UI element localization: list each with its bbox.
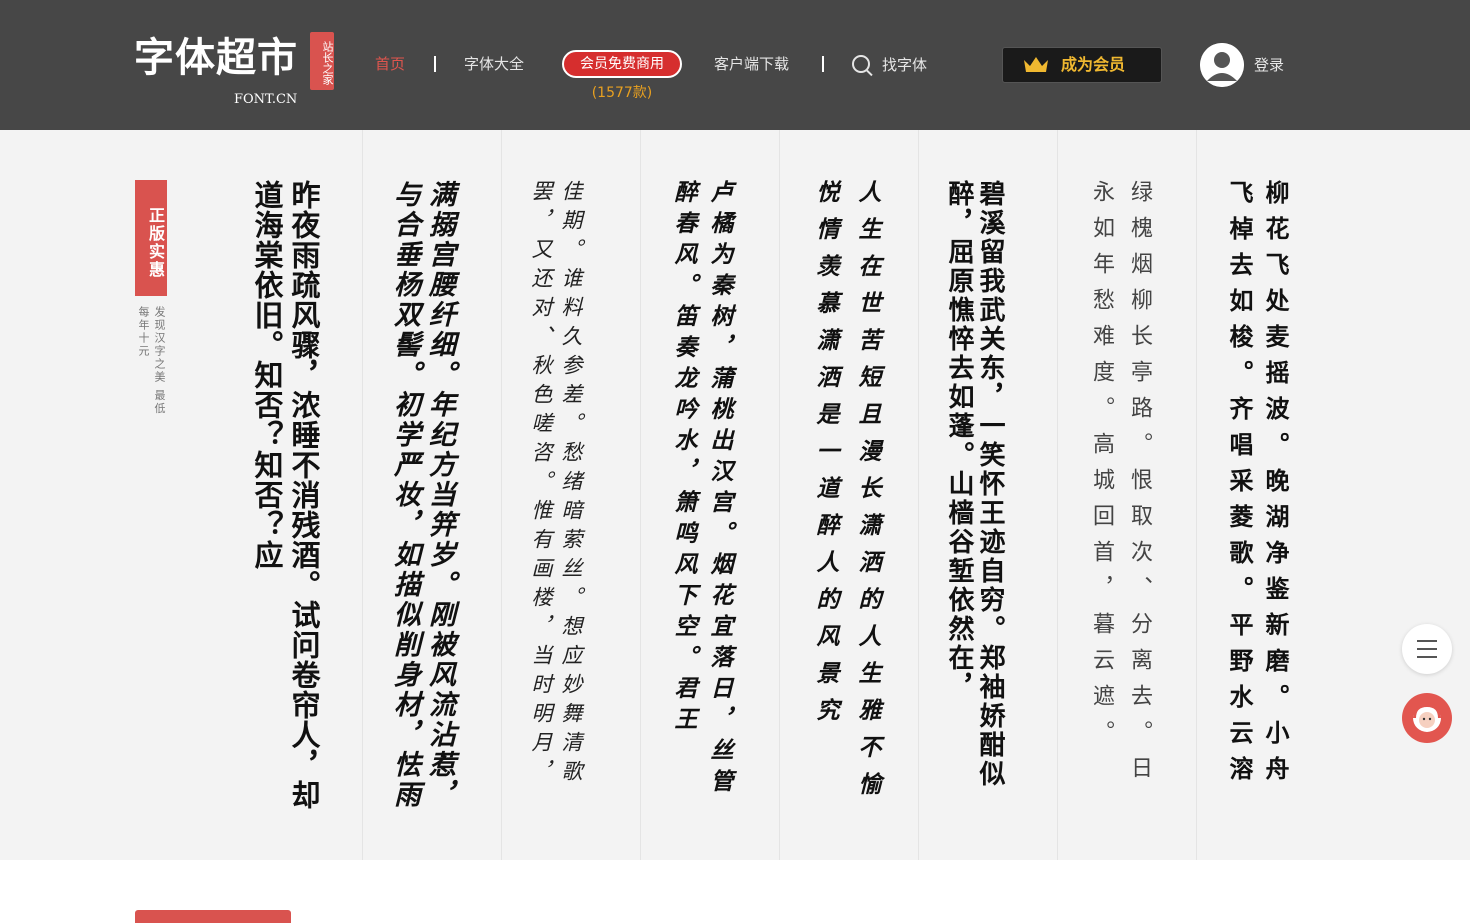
nav-search[interactable]: 找字体 [852, 52, 927, 78]
menu-icon [1417, 640, 1437, 642]
font-card[interactable]: 满搦宫腰纤细。年纪方当笄岁。刚被风流沾惹，与合垂杨双髻。初学严妆，如描似削身材，… [362, 130, 502, 860]
become-member-label: 成为会员 [1061, 55, 1126, 74]
font-showcase: 正版实惠 发现汉字之美 最低每年十元 昨夜雨疏风骤，浓睡不消残酒。试问卷帘人，却… [0, 130, 1470, 860]
top-header: 字体超市 站长之家 FONT.CN 首页 字体大全 会员免费商用 (1577款)… [0, 0, 1470, 130]
customer-service-button[interactable] [1402, 693, 1452, 743]
font-card[interactable]: 碧溪留我武关东，一笑怀王迹自穷。郑袖娇酣似醉，屈原憔悴去如蓬。山樯谷堑依然在， [918, 130, 1058, 860]
floating-menu-button[interactable] [1402, 624, 1452, 674]
font-sample-text: 满搦宫腰纤细。年纪方当笄岁。刚被风流沾惹，与合垂杨双髻。初学严妆，如描似削身材，… [389, 180, 455, 810]
logo-seal: 站长之家 [310, 32, 334, 90]
site-logo[interactable]: 字体超市 站长之家 FONT.CN [134, 26, 344, 110]
font-sample-text: 绿槐烟柳长亭路。恨取次、分离去。日永如年愁难度。高城回首，暮云遮。 [1089, 180, 1152, 792]
nav-search-label: 找字体 [882, 56, 928, 74]
member-font-count: (1577款) [591, 85, 653, 101]
font-card[interactable]: 佳期。谁料久参差。愁绪暗萦丝。想应妙舞清歌罢，又还对、秋色嗟咨。惟有画楼，当时明… [501, 130, 641, 860]
user-icon [1200, 43, 1244, 87]
nav-client-download[interactable]: 客户端下载 [714, 52, 789, 76]
logo-title: 字体超市 [134, 35, 298, 81]
promo-badge[interactable]: 正版实惠 [135, 180, 167, 296]
nav-member-free[interactable]: 会员免费商用 [562, 50, 682, 78]
font-card[interactable]: 昨夜雨疏风骤，浓睡不消残酒。试问卷帘人，却道海棠依旧。知否？知否？应 [223, 130, 363, 860]
nav-fonts[interactable]: 字体大全 [464, 52, 524, 76]
font-card[interactable]: 人生在世苦短且漫长潇洒的人生雅不愉悦情羡慕潇洒是一道醉人的风景究 [779, 130, 919, 860]
search-icon [852, 55, 870, 73]
nav-separator [434, 56, 436, 72]
promo-description: 发现汉字之美 最低每年十元 [137, 306, 166, 416]
font-sample-text: 人生在世苦短且漫长潇洒的人生雅不愉悦情羡慕潇洒是一道醉人的风景究 [812, 180, 881, 809]
font-card[interactable]: 绿槐烟柳长亭路。恨取次、分离去。日永如年愁难度。高城回首，暮云遮。 [1057, 130, 1197, 860]
avatar[interactable] [1200, 43, 1244, 87]
font-sample-text: 佳期。谁料久参差。愁绪暗萦丝。想应妙舞清歌罢，又还对、秋色嗟咨。惟有画楼，当时明… [529, 180, 583, 789]
become-member-button[interactable]: 成为会员 [1002, 47, 1162, 83]
font-sample-text: 碧溪留我武关东，一笑怀王迹自穷。郑袖娇酣似醉，屈原憔悴去如蓬。山樯谷堑依然在， [944, 180, 1005, 789]
font-sample-text: 卢橘为秦树，蒲桃出汉宫。烟花宜落日，丝管醉春风。笛奏龙吟水，箫鸣风下空。君王 [670, 180, 733, 800]
login-link[interactable]: 登录 [1254, 53, 1284, 77]
bottom-section-tab[interactable] [135, 910, 291, 923]
font-card[interactable]: 柳花飞处麦摇波。晚湖净鉴新磨。小舟飞棹去如梭。齐唱采菱歌。平野水云溶 [1196, 130, 1336, 860]
logo-subtitle: FONT.CN [234, 92, 298, 107]
font-sample-text: 柳花飞处麦摇波。晚湖净鉴新磨。小舟飞棹去如梭。齐唱采菱歌。平野水云溶 [1225, 180, 1290, 792]
font-sample-text: 昨夜雨疏风骤，浓睡不消残酒。试问卷帘人，却道海棠依旧。知否？知否？应 [250, 180, 321, 810]
crown-icon [1024, 57, 1048, 72]
font-card[interactable]: 卢橘为秦树，蒲桃出汉宫。烟花宜落日，丝管醉春风。笛奏龙吟水，箫鸣风下空。君王 [640, 130, 780, 860]
nav-home[interactable]: 首页 [375, 52, 405, 76]
nav-separator [822, 56, 824, 72]
menu-icon [1417, 656, 1437, 658]
customer-service-icon [1413, 703, 1441, 732]
menu-icon [1417, 648, 1437, 650]
